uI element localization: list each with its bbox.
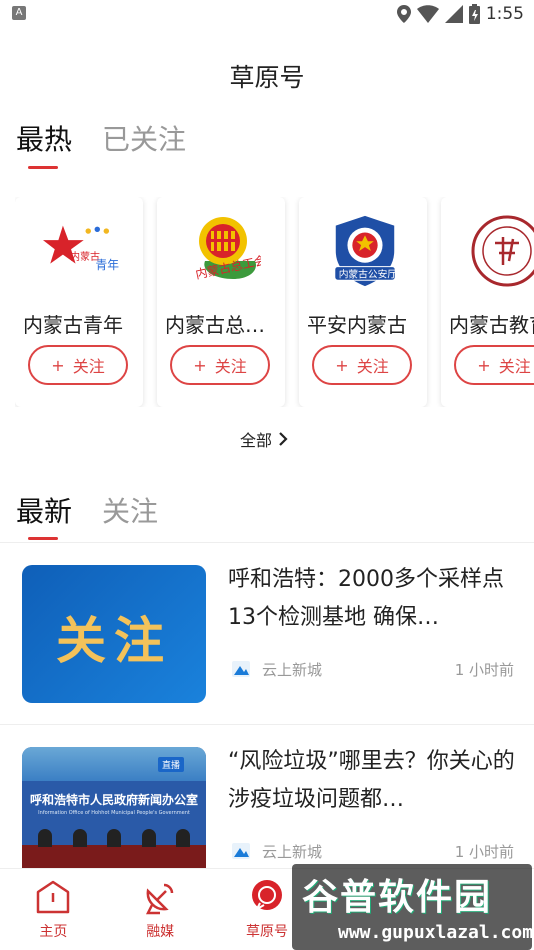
view-all-label: 全部	[240, 431, 273, 450]
account-card[interactable]: 内蒙古总工会 内蒙古总工会 + 关注	[157, 197, 285, 407]
news-meta: 云上新城 1 小时前	[232, 839, 514, 863]
education-seal-logo	[469, 213, 534, 289]
nav-home[interactable]: 主页	[0, 869, 107, 950]
thumb-banner: 呼和浩特市人民政府新闻办公室	[29, 793, 198, 807]
status-bar: A 1:55	[0, 0, 534, 30]
plus-icon: +	[477, 355, 491, 375]
follow-button[interactable]: + 关注	[170, 345, 270, 385]
follow-label: 关注	[214, 357, 247, 376]
top-tabs: 最热 已关注	[16, 118, 186, 170]
news-meta: 云上新城 1 小时前	[232, 657, 514, 681]
account-card[interactable]: 内蒙古公安厅 平安内蒙古 + 关注	[299, 197, 427, 407]
news-title: 呼和浩特：2000多个采样点 13个检测基地 确保…	[228, 567, 504, 630]
tab-hottest[interactable]: 最热	[16, 118, 72, 170]
news-source: 云上新城	[262, 660, 323, 679]
plus-icon: +	[193, 355, 207, 375]
follow-button[interactable]: + 关注	[454, 345, 534, 385]
account-name: 内蒙古总工会	[165, 313, 283, 337]
tab-following[interactable]: 关注	[102, 490, 158, 540]
account-carousel[interactable]: 内蒙古 青年 内蒙古青年 + 关注 内蒙古总工会 内蒙古总工会 + 关注 内蒙古…	[15, 197, 534, 407]
account-card[interactable]: 内蒙古教育 + 关注	[441, 197, 534, 407]
trade-union-logo: 内蒙古总工会	[185, 213, 261, 289]
nav-grassland-label: 草原号	[245, 924, 288, 940]
follow-label: 关注	[498, 357, 531, 376]
news-thumbnail: 直播 呼和浩特市人民政府新闻办公室 Information Office of …	[22, 747, 206, 885]
thumb-banner-en: Information Office of Hohhot Municipal P…	[38, 810, 190, 816]
nav-home-label: 主页	[39, 924, 68, 940]
notification-icon: A	[12, 6, 26, 20]
news-title: “风险垃圾”哪里去？你关心的涉疫垃圾问题都…	[228, 749, 515, 812]
svg-text:内蒙古公安厅: 内蒙古公安厅	[339, 267, 398, 280]
news-time: 1 小时前	[454, 660, 514, 679]
source-logo-icon	[232, 661, 250, 677]
chat-bubble-icon	[251, 880, 282, 912]
account-name: 内蒙古青年	[23, 313, 123, 337]
feed-tabs: 最新 关注	[16, 490, 158, 540]
news-thumbnail: 关注	[22, 565, 206, 703]
battery-icon	[468, 4, 480, 24]
follow-button[interactable]: + 关注	[28, 345, 128, 385]
account-card[interactable]: 内蒙古 青年 内蒙古青年 + 关注	[15, 197, 143, 407]
svg-text:青年: 青年	[95, 258, 119, 272]
follow-label: 关注	[356, 357, 389, 376]
view-all-link[interactable]: 全部	[240, 427, 288, 451]
chevron-right-icon	[279, 432, 288, 446]
account-name: 内蒙古教育	[449, 313, 534, 337]
youth-league-logo: 内蒙古 青年	[43, 213, 119, 289]
account-name: 平安内蒙古	[307, 313, 407, 337]
thumb-text: 关注	[56, 612, 172, 670]
tab-followed[interactable]: 已关注	[102, 118, 186, 170]
follow-label: 关注	[72, 357, 105, 376]
watermark-url: www.gupuxlazal.com	[338, 922, 534, 943]
signal-icon	[444, 5, 463, 23]
nav-media[interactable]: 融媒	[107, 869, 214, 950]
nav-media-label: 融媒	[146, 924, 175, 940]
status-icons: 1:55	[396, 3, 524, 25]
satellite-dish-icon	[146, 883, 174, 915]
tab-latest[interactable]: 最新	[16, 490, 72, 540]
source-logo-icon	[232, 843, 250, 859]
police-badge-logo: 内蒙古公安厅	[327, 213, 403, 289]
home-icon	[37, 880, 70, 914]
follow-button[interactable]: + 关注	[312, 345, 412, 385]
plus-icon: +	[335, 355, 349, 375]
watermark: 谷普软件园 www.gupuxlazal.com	[292, 864, 534, 950]
location-icon	[396, 5, 411, 23]
wifi-icon	[416, 5, 439, 23]
thumb-people	[38, 829, 190, 847]
status-time: 1:55	[485, 4, 524, 24]
news-source: 云上新城	[262, 842, 323, 861]
page-title: 草原号	[229, 63, 305, 92]
watermark-text: 谷普软件园	[302, 877, 493, 918]
plus-icon: +	[51, 355, 65, 375]
live-badge: 直播	[158, 757, 185, 772]
news-item[interactable]: 关注 呼和浩特：2000多个采样点 13个检测基地 确保… 云上新城 1 小时前	[0, 543, 534, 723]
news-time: 1 小时前	[454, 842, 514, 861]
